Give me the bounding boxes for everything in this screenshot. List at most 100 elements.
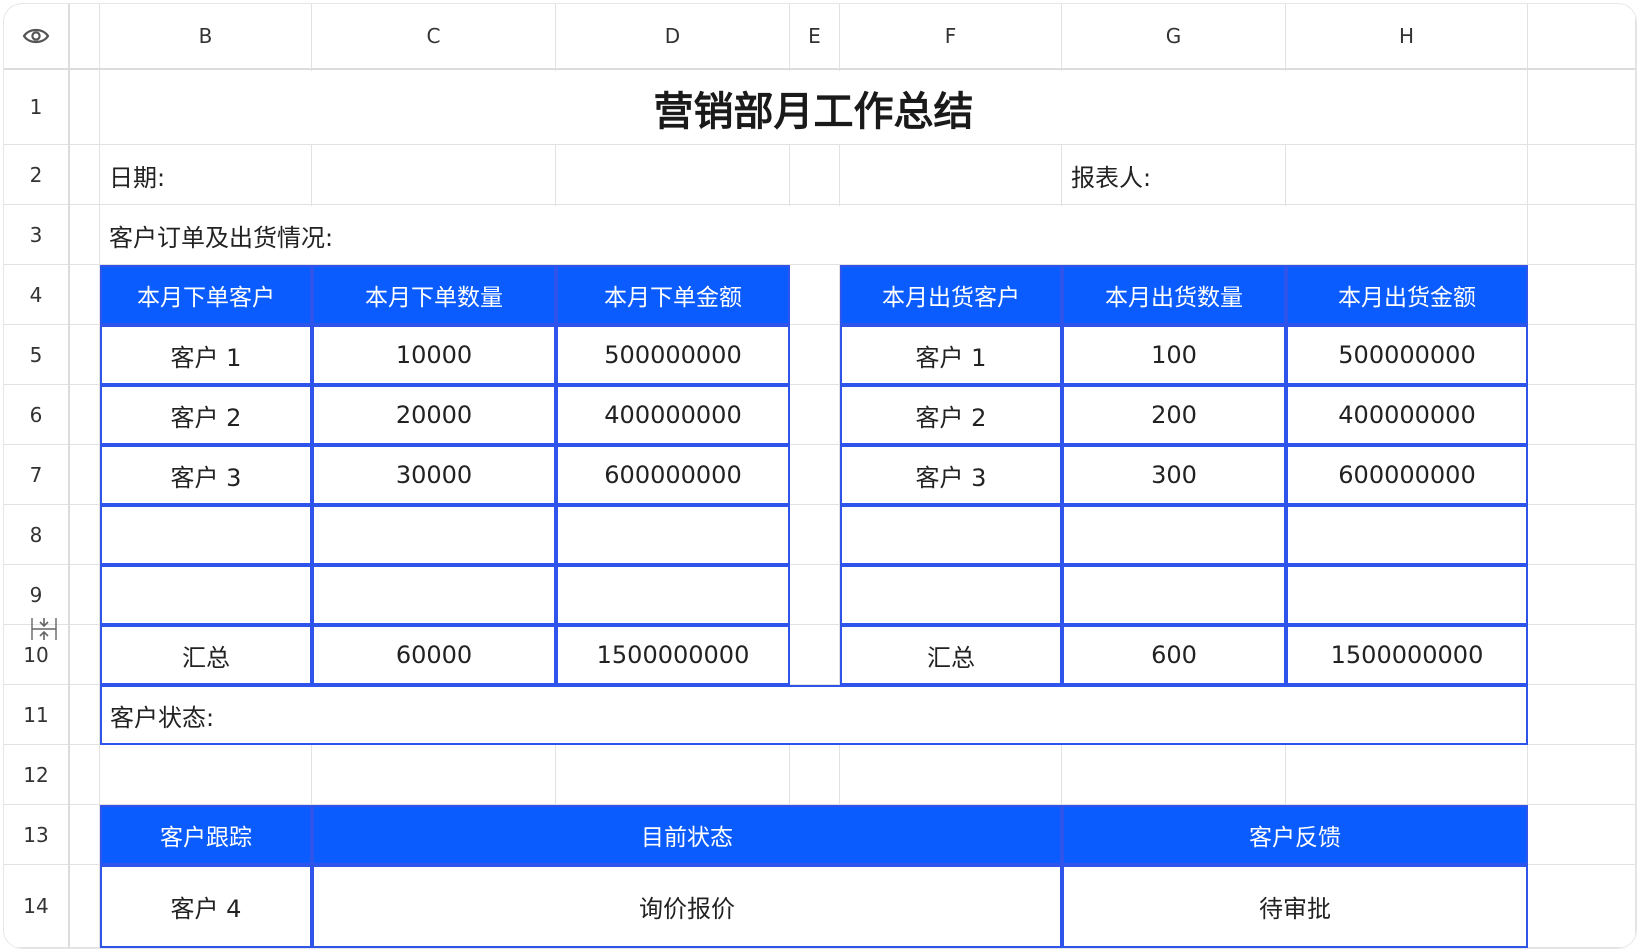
column-header-d[interactable]: D bbox=[556, 4, 790, 70]
shipments-total-cell[interactable]: 600 bbox=[1062, 625, 1286, 685]
orders-data-cell[interactable] bbox=[556, 505, 790, 565]
grid-cell[interactable] bbox=[1528, 685, 1636, 745]
shipments-data-cell[interactable]: 300 bbox=[1062, 445, 1286, 505]
row-header-2[interactable]: 2 bbox=[4, 145, 70, 205]
grid-cell[interactable] bbox=[100, 745, 312, 805]
customer-status-label[interactable]: 客户状态: bbox=[100, 685, 1528, 745]
tracking-data-cell[interactable]: 询价报价 bbox=[312, 865, 1062, 948]
column-header-c[interactable]: C bbox=[312, 4, 556, 70]
orders-data-cell[interactable] bbox=[312, 565, 556, 625]
shipments-data-cell[interactable] bbox=[840, 505, 1062, 565]
orders-data-cell[interactable]: 30000 bbox=[312, 445, 556, 505]
grid-cell[interactable] bbox=[840, 745, 1062, 805]
shipments-data-cell[interactable] bbox=[840, 565, 1062, 625]
orders-data-cell[interactable] bbox=[556, 565, 790, 625]
row-header-6[interactable]: 6 bbox=[4, 385, 70, 445]
column-header-e[interactable]: E bbox=[790, 4, 840, 70]
orders-data-cell[interactable]: 客户 1 bbox=[100, 325, 312, 385]
shipments-data-cell[interactable]: 客户 2 bbox=[840, 385, 1062, 445]
order-shipment-section-label[interactable]: 客户订单及出货情况: bbox=[101, 206, 1527, 264]
shipments-data-cell[interactable]: 100 bbox=[1062, 325, 1286, 385]
grid-cell[interactable] bbox=[1528, 505, 1636, 565]
column-header-h[interactable]: H bbox=[1286, 4, 1528, 70]
grid-cell[interactable] bbox=[1528, 745, 1636, 805]
shipments-total-cell[interactable]: 1500000000 bbox=[1286, 625, 1528, 685]
grid-cell[interactable] bbox=[790, 625, 840, 685]
orders-data-cell[interactable] bbox=[100, 505, 312, 565]
column-header-f[interactable]: F bbox=[840, 4, 1062, 70]
grid-cell[interactable] bbox=[70, 805, 100, 865]
orders-data-cell[interactable]: 20000 bbox=[312, 385, 556, 445]
visibility-toggle[interactable] bbox=[4, 4, 70, 70]
grid-cell[interactable] bbox=[312, 745, 556, 805]
column-header-a[interactable] bbox=[70, 4, 100, 70]
grid-cell[interactable] bbox=[1528, 205, 1636, 265]
grid-cell[interactable] bbox=[1528, 565, 1636, 625]
grid-cell[interactable] bbox=[790, 445, 840, 505]
orders-total-cell[interactable]: 60000 bbox=[312, 625, 556, 685]
grid-cell[interactable] bbox=[790, 265, 840, 325]
grid-cell[interactable] bbox=[790, 745, 840, 805]
grid-cell[interactable] bbox=[312, 145, 556, 205]
shipments-header-cell[interactable]: 本月出货数量 bbox=[1062, 265, 1286, 325]
sheet-title[interactable]: 营销部月工作总结 bbox=[100, 71, 1527, 144]
grid-cell[interactable] bbox=[70, 325, 100, 385]
orders-header-cell[interactable]: 本月下单数量 bbox=[312, 265, 556, 325]
grid-cell[interactable] bbox=[1528, 865, 1636, 948]
grid-cell[interactable] bbox=[70, 565, 100, 625]
grid-cell[interactable] bbox=[1528, 445, 1636, 505]
grid-cell[interactable] bbox=[1286, 145, 1528, 205]
row-header-7[interactable]: 7 bbox=[4, 445, 70, 505]
shipments-data-cell[interactable] bbox=[1286, 505, 1528, 565]
grid-cell[interactable] bbox=[70, 865, 100, 948]
shipments-data-cell[interactable]: 客户 3 bbox=[840, 445, 1062, 505]
row-resize-icon[interactable] bbox=[30, 616, 58, 642]
grid-cell[interactable] bbox=[1528, 625, 1636, 685]
column-header-extra[interactable] bbox=[1528, 4, 1636, 70]
row-header-3[interactable]: 3 bbox=[4, 205, 70, 265]
column-header-b[interactable]: B bbox=[100, 4, 312, 70]
orders-header-cell[interactable]: 本月下单金额 bbox=[556, 265, 790, 325]
row-header-13[interactable]: 13 bbox=[4, 805, 70, 865]
grid-cell[interactable] bbox=[70, 625, 100, 685]
column-header-g[interactable]: G bbox=[1062, 4, 1286, 70]
orders-data-cell[interactable] bbox=[312, 505, 556, 565]
date-label[interactable]: 日期: bbox=[101, 146, 311, 204]
tracking-header-cell[interactable]: 客户反馈 bbox=[1062, 805, 1528, 865]
tracking-data-cell[interactable]: 待审批 bbox=[1062, 865, 1528, 948]
row-header-14[interactable]: 14 bbox=[4, 865, 70, 948]
grid-cell[interactable] bbox=[70, 385, 100, 445]
shipments-data-cell[interactable]: 600000000 bbox=[1286, 445, 1528, 505]
grid-cell[interactable] bbox=[1528, 325, 1636, 385]
grid-cell[interactable] bbox=[1528, 805, 1636, 865]
shipments-total-cell[interactable]: 汇总 bbox=[840, 625, 1062, 685]
shipments-data-cell[interactable] bbox=[1062, 505, 1286, 565]
grid-cell[interactable] bbox=[70, 745, 100, 805]
shipments-header-cell[interactable]: 本月出货客户 bbox=[840, 265, 1062, 325]
grid-cell[interactable] bbox=[1528, 265, 1636, 325]
row-header-12[interactable]: 12 bbox=[4, 745, 70, 805]
row-header-8[interactable]: 8 bbox=[4, 505, 70, 565]
orders-data-cell[interactable]: 客户 3 bbox=[100, 445, 312, 505]
shipments-data-cell[interactable]: 500000000 bbox=[1286, 325, 1528, 385]
row-header-11[interactable]: 11 bbox=[4, 685, 70, 745]
shipments-data-cell[interactable]: 客户 1 bbox=[840, 325, 1062, 385]
grid-cell[interactable] bbox=[790, 505, 840, 565]
grid-cell[interactable] bbox=[70, 205, 100, 265]
grid-cell[interactable] bbox=[1528, 385, 1636, 445]
orders-data-cell[interactable] bbox=[100, 565, 312, 625]
shipments-data-cell[interactable] bbox=[1286, 565, 1528, 625]
tracking-header-cell[interactable]: 目前状态 bbox=[312, 805, 1062, 865]
row-header-5[interactable]: 5 bbox=[4, 325, 70, 385]
orders-data-cell[interactable]: 600000000 bbox=[556, 445, 790, 505]
orders-data-cell[interactable]: 400000000 bbox=[556, 385, 790, 445]
grid-cell[interactable] bbox=[70, 265, 100, 325]
orders-header-cell[interactable]: 本月下单客户 bbox=[100, 265, 312, 325]
orders-total-cell[interactable]: 1500000000 bbox=[556, 625, 790, 685]
grid-cell[interactable] bbox=[556, 745, 790, 805]
grid-cell[interactable] bbox=[1528, 145, 1636, 205]
grid-cell[interactable] bbox=[70, 445, 100, 505]
reporter-label[interactable]: 报表人: bbox=[1063, 146, 1285, 204]
grid-cell[interactable] bbox=[70, 70, 100, 145]
row-header-1[interactable]: 1 bbox=[4, 70, 70, 145]
